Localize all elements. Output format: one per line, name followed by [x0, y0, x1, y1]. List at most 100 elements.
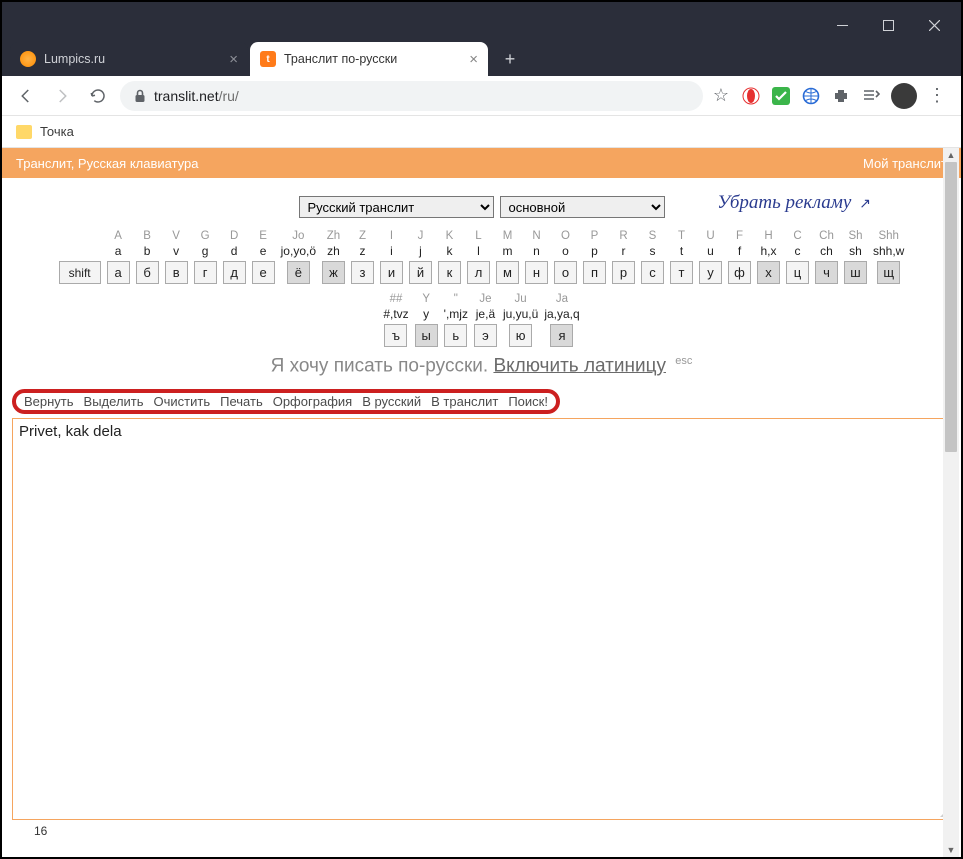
kb-key[interactable]: х [757, 261, 780, 284]
bookmark-folder[interactable]: Точка [40, 124, 74, 139]
action-button[interactable]: Орфография [273, 394, 352, 409]
tab-title: Транслит по-русски [284, 52, 397, 66]
back-button[interactable] [12, 82, 40, 110]
scroll-down-icon[interactable]: ▼ [943, 843, 959, 857]
kb-key[interactable]: й [409, 261, 432, 284]
tab-close-icon[interactable]: × [229, 51, 238, 68]
kb-key[interactable]: е [252, 261, 275, 284]
menu-icon[interactable]: ⋮ [927, 86, 947, 106]
extension-opera-icon[interactable] [741, 86, 761, 106]
kb-key[interactable]: ш [844, 261, 867, 284]
kb-key[interactable]: ф [728, 261, 751, 284]
main-textarea[interactable] [13, 419, 950, 819]
action-button[interactable]: Выделить [84, 394, 144, 409]
kb-key[interactable]: д [223, 261, 246, 284]
kb-translit-label: zh [327, 243, 340, 259]
actions-toolbar-highlighted: Вернуть Выделить Очистить Печать Орфография В… [12, 389, 560, 414]
kb-key[interactable]: ъ [384, 324, 407, 347]
page-scrollbar[interactable]: ▲ ▼ [943, 148, 959, 857]
scrollbar-thumb[interactable] [945, 162, 957, 452]
scheme-select[interactable]: Русский транслит [299, 196, 494, 218]
bookmarks-bar: Точка [2, 116, 961, 148]
bookmark-star-icon[interactable]: ☆ [711, 86, 731, 106]
site-header-right[interactable]: Мой транслит [863, 156, 947, 171]
kb-key[interactable]: к [438, 261, 461, 284]
new-tab-button[interactable]: + [496, 45, 524, 73]
extension-globe-icon[interactable] [801, 86, 821, 106]
kb-key[interactable]: м [496, 261, 519, 284]
kb-key[interactable]: р [612, 261, 635, 284]
action-button[interactable]: В русский [362, 394, 421, 409]
char-count: 16 [2, 820, 961, 842]
kb-latin-label: Y [422, 292, 430, 306]
kb-translit-label: ',mjz [444, 306, 468, 322]
site-header-left[interactable]: Транслит, Русская клавиатура [16, 156, 199, 171]
kb-key[interactable]: б [136, 261, 159, 284]
kb-translit-label: i [390, 243, 393, 259]
kb-latin-label: L [475, 229, 481, 243]
kb-key[interactable]: в [165, 261, 188, 284]
kb-latin-label: G [201, 229, 210, 243]
reading-list-icon[interactable] [861, 86, 881, 106]
reload-button[interactable] [84, 82, 112, 110]
kb-key[interactable]: ч [815, 261, 838, 284]
url-host: translit.net [154, 88, 219, 104]
profile-avatar[interactable] [891, 83, 917, 109]
kb-key[interactable]: п [583, 261, 606, 284]
window-controls [819, 10, 957, 40]
tab-close-icon[interactable]: × [469, 51, 478, 68]
kb-translit-label: a [115, 243, 122, 259]
kb-latin-label: B [143, 229, 151, 243]
kb-key[interactable]: с [641, 261, 664, 284]
kb-key[interactable]: щ [877, 261, 900, 284]
window-maximize[interactable] [865, 10, 911, 40]
kb-translit-label: z [360, 243, 366, 259]
remove-ads-note[interactable]: Убрать рекламу [717, 192, 871, 214]
kb-key[interactable]: ж [322, 261, 345, 284]
action-button[interactable]: Вернуть [24, 394, 74, 409]
kb-latin-label: Jo [292, 229, 304, 243]
window-close[interactable] [911, 10, 957, 40]
kb-key[interactable]: л [467, 261, 490, 284]
url-input[interactable]: translit.net/ru/ [120, 81, 703, 111]
kb-key[interactable]: ю [509, 324, 532, 347]
page-content: Транслит, Русская клавиатура Мой трансли… [2, 148, 961, 857]
kb-key[interactable]: ь [444, 324, 467, 347]
kb-key[interactable]: я [550, 324, 573, 347]
extensions-icon[interactable] [831, 86, 851, 106]
kb-latin-label: M [503, 229, 513, 243]
shift-key[interactable]: shift [59, 261, 101, 284]
action-button[interactable]: Поиск! [508, 394, 548, 409]
virtual-keyboard: shiftAaаBbбVvвGgгDdдEeеJojo,yo,öёZhzhжZz… [2, 226, 961, 347]
kb-key[interactable]: т [670, 261, 693, 284]
extension-check-icon[interactable] [771, 86, 791, 106]
kb-key[interactable]: у [699, 261, 722, 284]
kb-key[interactable]: з [351, 261, 374, 284]
kb-latin-label: H [764, 229, 772, 243]
kb-key[interactable]: н [525, 261, 548, 284]
variant-select[interactable]: основной [500, 196, 665, 218]
kb-key[interactable]: ы [415, 324, 438, 347]
kb-translit-label: ju,yu,ü [503, 306, 538, 322]
kb-translit-label: o [562, 243, 569, 259]
browser-tab-inactive[interactable]: Lumpics.ru × [10, 42, 248, 76]
browser-tab-active[interactable]: t Транслит по-русски × [250, 42, 488, 76]
kb-translit-label: shh,w [873, 243, 904, 259]
action-button[interactable]: Печать [220, 394, 263, 409]
scroll-up-icon[interactable]: ▲ [943, 148, 959, 162]
kb-key[interactable]: о [554, 261, 577, 284]
kb-key[interactable]: ц [786, 261, 809, 284]
kb-latin-label: F [736, 229, 743, 243]
action-button[interactable]: Очистить [154, 394, 211, 409]
kb-latin-label: Z [359, 229, 366, 243]
kb-key[interactable]: э [474, 324, 497, 347]
kb-key[interactable]: г [194, 261, 217, 284]
kb-key[interactable]: ё [287, 261, 310, 284]
kb-key[interactable]: и [380, 261, 403, 284]
action-button[interactable]: В транслит [431, 394, 498, 409]
kb-translit-label: g [202, 243, 209, 259]
kb-key[interactable]: а [107, 261, 130, 284]
window-minimize[interactable] [819, 10, 865, 40]
kb-latin-label: Sh [848, 229, 862, 243]
toggle-latin-link[interactable]: Включить латиницу [493, 355, 666, 376]
